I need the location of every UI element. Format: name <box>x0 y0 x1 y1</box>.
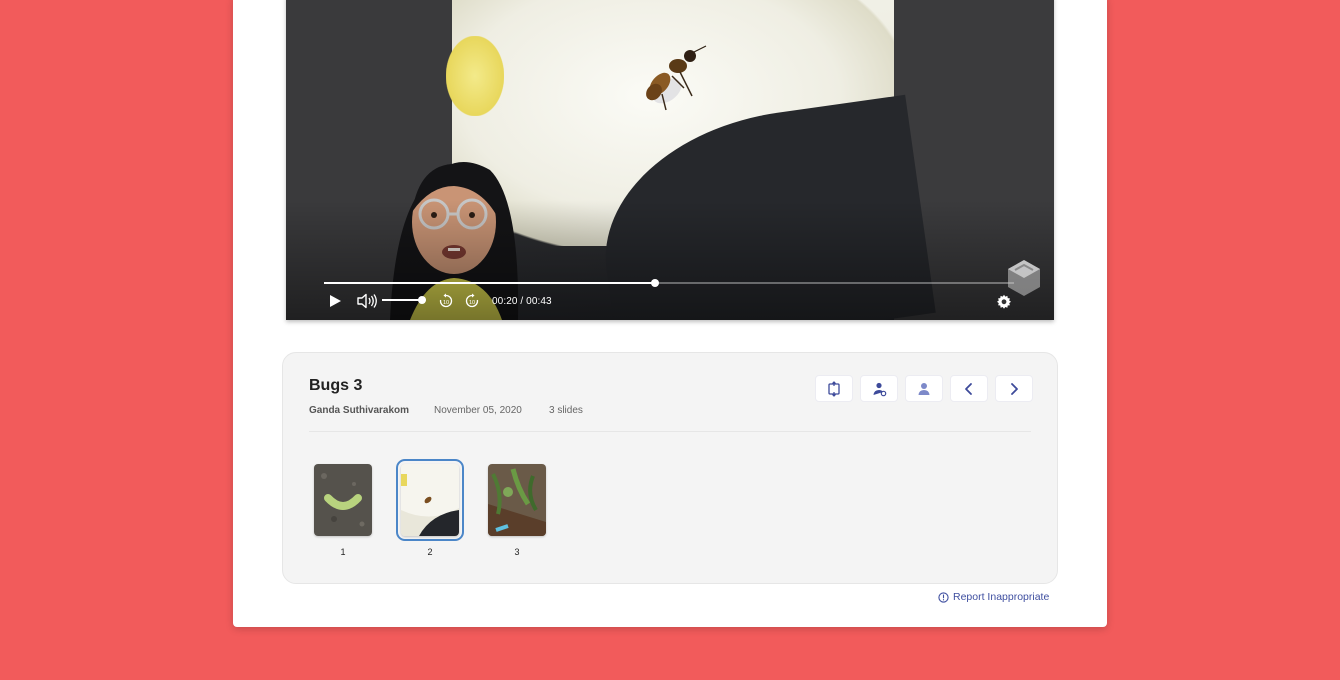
slide-number: 3 <box>514 547 520 557</box>
settings-button[interactable] <box>994 292 1014 312</box>
next-slide-button[interactable] <box>995 375 1033 402</box>
slide-count: 3 slides <box>549 405 583 416</box>
svg-text:10: 10 <box>469 300 475 306</box>
share-icon <box>873 382 887 396</box>
caterpillar-thumbnail <box>314 464 372 536</box>
play-icon <box>330 295 341 307</box>
bee-thumbnail <box>401 464 459 536</box>
presentation-card: 10 10 00:20 / 00:43 Bugs 3 Ganda Suthiva <box>233 0 1107 627</box>
chevron-right-icon <box>1011 382 1018 395</box>
rewind-10-button[interactable]: 10 <box>436 292 456 310</box>
forward-10-button[interactable]: 10 <box>462 292 482 310</box>
bee-image <box>646 45 707 111</box>
slide-thumbnail-2[interactable] <box>396 459 464 541</box>
info-icon <box>938 591 949 603</box>
volume-thumb[interactable] <box>417 296 426 304</box>
author-name: Ganda Suthivarakom <box>309 405 410 416</box>
slide-thumbnail-3[interactable] <box>488 464 546 536</box>
slide-number: 1 <box>340 547 346 557</box>
forward-10-icon: 10 <box>465 293 479 308</box>
volume-button[interactable] <box>356 292 378 310</box>
volume-icon <box>357 293 377 309</box>
chevron-left-icon <box>965 382 972 395</box>
volume-slider[interactable] <box>382 296 426 304</box>
presentation-info-panel: Bugs 3 Ganda Suthivarakom November 05, 2… <box>282 352 1058 584</box>
profile-icon <box>918 382 930 395</box>
fullscreen-button[interactable] <box>815 375 853 402</box>
report-inappropriate-link[interactable]: Report Inappropriate <box>938 591 1049 603</box>
progress-bar[interactable] <box>324 279 1014 287</box>
time-display: 00:20 / 00:43 <box>492 296 552 307</box>
controls-scrim <box>286 200 1054 320</box>
previous-slide-button[interactable] <box>950 375 988 402</box>
presentation-date: November 05, 2020 <box>434 405 522 416</box>
garden-thumbnail <box>488 464 546 536</box>
presentation-title: Bugs 3 <box>309 377 363 394</box>
divider <box>309 431 1031 432</box>
share-button[interactable] <box>860 375 898 402</box>
profile-button[interactable] <box>905 375 943 402</box>
slide-number: 2 <box>427 547 433 557</box>
play-button[interactable] <box>324 292 346 310</box>
svg-text:10: 10 <box>443 300 449 306</box>
rewind-10-icon: 10 <box>439 293 453 308</box>
gear-icon <box>997 294 1011 309</box>
slide-thumbnail-1[interactable] <box>314 464 372 536</box>
report-label: Report Inappropriate <box>953 591 1050 603</box>
video-player[interactable]: 10 10 00:20 / 00:43 <box>286 0 1054 320</box>
fullscreen-icon <box>828 380 840 397</box>
